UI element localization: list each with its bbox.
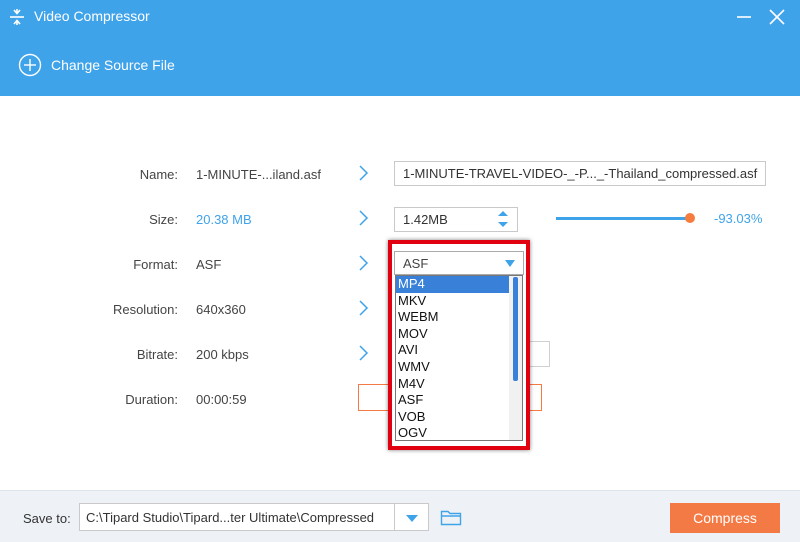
format-option-wmv[interactable]: WMV <box>396 359 510 376</box>
compress-app-icon <box>10 9 24 25</box>
compress-button[interactable]: Compress <box>670 503 780 533</box>
format-option-vob[interactable]: VOB <box>396 409 510 426</box>
size-slider-handle[interactable] <box>685 213 696 223</box>
toolbar: Change Source File <box>0 34 800 96</box>
source-size-value: 20.38 MB <box>196 212 252 227</box>
format-label: Format: <box>133 257 178 272</box>
format-option-asf[interactable]: ASF <box>396 392 510 409</box>
format-option-ogv[interactable]: OGV <box>396 425 510 440</box>
source-name-value: 1-MINUTE-...iland.asf <box>196 167 321 182</box>
scrollbar-thumb[interactable] <box>513 277 518 381</box>
chevron-right-icon <box>359 345 369 361</box>
format-option-mkv[interactable]: MKV <box>396 293 510 310</box>
format-option-mp4[interactable]: MP4 <box>396 276 510 293</box>
format-option-avi[interactable]: AVI <box>396 342 510 359</box>
title-bar: Video Compressor <box>0 0 800 34</box>
chevron-right-icon <box>359 300 369 316</box>
footer-bar: Save to: C:\Tipard Studio\Tipard...ter U… <box>0 490 800 542</box>
size-reduction-percent: -93.03% <box>714 211 763 226</box>
duration-label: Duration: <box>125 392 178 407</box>
format-option-m4v[interactable]: M4V <box>396 376 510 393</box>
format-option-webm[interactable]: WEBM <box>396 309 510 326</box>
change-source-file-label: Change Source File <box>51 57 175 73</box>
chevron-right-icon <box>359 255 369 271</box>
size-slider-track[interactable] <box>556 217 691 220</box>
close-icon[interactable] <box>765 5 789 29</box>
chevron-right-icon <box>359 165 369 181</box>
minimize-icon[interactable] <box>732 5 756 29</box>
format-option-mov[interactable]: MOV <box>396 326 510 343</box>
size-stepper[interactable] <box>490 208 516 230</box>
source-resolution-value: 640x360 <box>196 302 246 317</box>
save-path-dropdown-button[interactable] <box>395 503 429 531</box>
change-source-file-button[interactable]: Change Source File <box>18 52 175 78</box>
format-options-list[interactable]: MP4 MKV WEBM MOV AVI WMV M4V ASF VOB OGV <box>395 275 523 441</box>
selected-format: ASF <box>403 255 429 271</box>
save-path-field[interactable]: C:\Tipard Studio\Tipard...ter Ultimate\C… <box>79 503 395 531</box>
output-name-field[interactable]: 1-MINUTE-TRAVEL-VIDEO-_-P..._-Thailand_c… <box>394 161 766 186</box>
format-list-scrollbar[interactable] <box>509 276 522 440</box>
output-format-select[interactable]: ASF <box>394 251 524 275</box>
chevron-down-icon <box>505 260 515 267</box>
resolution-label: Resolution: <box>112 302 178 317</box>
window-title: Video Compressor <box>34 8 150 24</box>
chevron-down-icon <box>406 515 418 522</box>
source-bitrate-value: 200 kbps <box>196 347 249 362</box>
save-to-label: Save to: <box>23 511 71 526</box>
source-format-value: ASF <box>196 257 222 272</box>
size-label: Size: <box>149 212 178 227</box>
source-duration-value: 00:00:59 <box>196 392 247 407</box>
bitrate-label: Bitrate: <box>136 347 178 362</box>
name-label: Name: <box>139 167 178 182</box>
chevron-right-icon <box>359 210 369 226</box>
add-circle-icon <box>18 53 42 77</box>
folder-icon[interactable] <box>440 508 462 526</box>
